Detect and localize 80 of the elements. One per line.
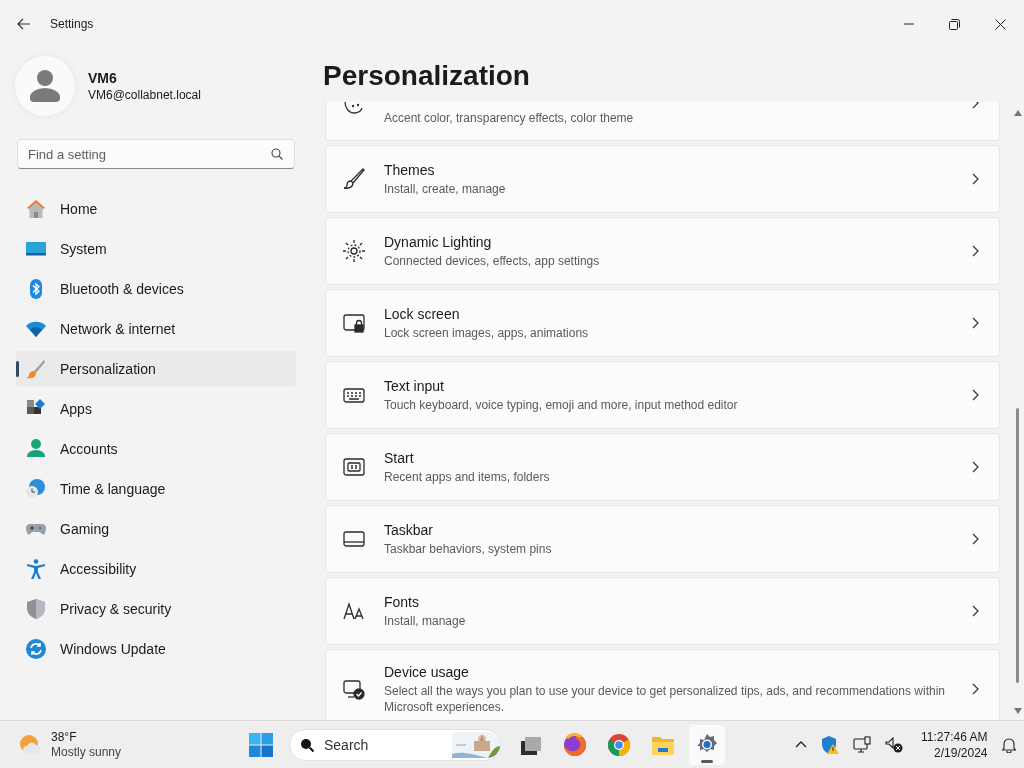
nav-item[interactable]: Apps (16, 391, 296, 427)
settings-card[interactable]: Device usage Select all the ways you plan to use your device to get personalized tips, ads, and recommendations within Microsoft experiences. (325, 649, 1000, 720)
close-icon[interactable] (995, 18, 1006, 30)
user-name: VM6 (88, 70, 118, 86)
nav-item[interactable]: Time & language (16, 471, 296, 507)
scroll-up-icon[interactable] (1014, 110, 1022, 116)
card-title: Device usage (384, 663, 470, 680)
scroll-down-icon[interactable] (1014, 708, 1022, 714)
nav-item[interactable]: Gaming (16, 511, 296, 547)
accessibility-icon (26, 559, 46, 579)
chrome-icon (607, 732, 631, 757)
home-icon (26, 199, 46, 219)
clock-date[interactable]: 2/19/2024 (934, 744, 988, 761)
chevron-up-icon[interactable] (795, 741, 807, 748)
settings-card[interactable]: Themes Install, create, manage (325, 145, 1000, 213)
lock-screen-icon (343, 312, 365, 334)
card-subtitle: Taskbar behaviors, system pins (384, 540, 553, 557)
temperature: 38°F (51, 729, 78, 745)
person-icon (26, 439, 46, 459)
paintbrush-icon (26, 359, 46, 379)
notification-bell-icon[interactable] (1001, 736, 1016, 753)
settings-card[interactable]: Accent color, transparency effects, color theme (325, 102, 1000, 141)
card-title: Text input (384, 377, 445, 394)
shield-icon (26, 599, 46, 619)
card-title: Dynamic Lighting (384, 233, 493, 250)
nav-item[interactable]: Home (16, 191, 296, 227)
start-menu-icon (343, 456, 365, 478)
network-icon[interactable] (853, 735, 871, 754)
card-subtitle: Recent apps and items, folders (384, 468, 551, 485)
search-icon (271, 148, 283, 160)
settings-card[interactable]: Lock screen Lock screen images, apps, animations (325, 289, 1000, 357)
search-icon (300, 737, 314, 752)
brush-icon (343, 168, 365, 190)
refresh-icon (26, 639, 46, 659)
shield-warning-icon[interactable] (821, 735, 839, 754)
start-icon[interactable] (249, 732, 273, 757)
device-check-icon (343, 678, 365, 700)
browser-icon (563, 732, 587, 757)
user-email: VM6@collabnet.local (88, 88, 201, 102)
settings-card[interactable]: Start Recent apps and items, folders (325, 433, 1000, 501)
clock-time[interactable]: 11:27:46 AM (921, 728, 988, 745)
settings-card[interactable]: Text input Touch keyboard, voice typing, emoji and more, input method editor (325, 361, 1000, 429)
settings-card[interactable]: Taskbar Taskbar behaviors, system pins (325, 505, 1000, 573)
globe-clock-icon (26, 479, 46, 499)
window-title: Settings (50, 17, 94, 31)
font-icon (343, 600, 365, 622)
nav-item[interactable]: Accounts (16, 431, 296, 467)
nav-item[interactable]: Accessibility (16, 551, 296, 587)
card-subtitle: Install, create, manage (384, 180, 507, 197)
setting-search-field[interactable]: Find a setting (17, 139, 295, 169)
scrollbar-thumb[interactable] (1016, 408, 1019, 683)
card-subtitle: Touch keyboard, voice typing, emoji and more, input method editor (384, 396, 739, 413)
nav-item[interactable]: Bluetooth & devices (16, 271, 296, 307)
settings-card[interactable]: Dynamic Lighting Connected devices, effects, app settings (325, 217, 1000, 285)
nav-item[interactable]: Personalization (16, 351, 296, 387)
monitor-icon (26, 239, 46, 259)
nav-item[interactable]: Privacy & security (16, 591, 296, 627)
card-title: Lock screen (384, 305, 461, 322)
card-title: Start (384, 449, 415, 466)
taskbar-icon (343, 528, 365, 550)
settings-card[interactable]: Fonts Install, manage (325, 577, 1000, 645)
wifi-icon (26, 319, 46, 339)
nav-item[interactable]: Network & internet (16, 311, 296, 347)
weather-condition: Mostly sunny (51, 744, 122, 760)
page-title: Personalization (323, 59, 531, 93)
taskbar-app[interactable] (689, 724, 725, 765)
card-subtitle: Select all the ways you plan to use your device to get personalized tips, ads, and recommendations within Microsoft experiences. (384, 682, 946, 715)
card-subtitle: Lock screen images, apps, animations (384, 324, 590, 341)
card-title: Themes (384, 161, 436, 178)
card-title: Taskbar (384, 521, 435, 538)
card-subtitle: Install, manage (384, 612, 467, 629)
lighting-icon (343, 240, 365, 262)
card-subtitle: Accent color, transparency effects, color theme (384, 110, 635, 126)
card-title: Fonts (384, 593, 420, 610)
back-icon[interactable] (17, 18, 31, 30)
maximize-icon[interactable] (949, 18, 960, 30)
nav-item[interactable]: Windows Update (16, 631, 296, 667)
card-subtitle: Connected devices, effects, app settings (384, 252, 601, 269)
speaker-muted-icon[interactable] (885, 736, 903, 753)
nav-item[interactable]: System (16, 231, 296, 267)
